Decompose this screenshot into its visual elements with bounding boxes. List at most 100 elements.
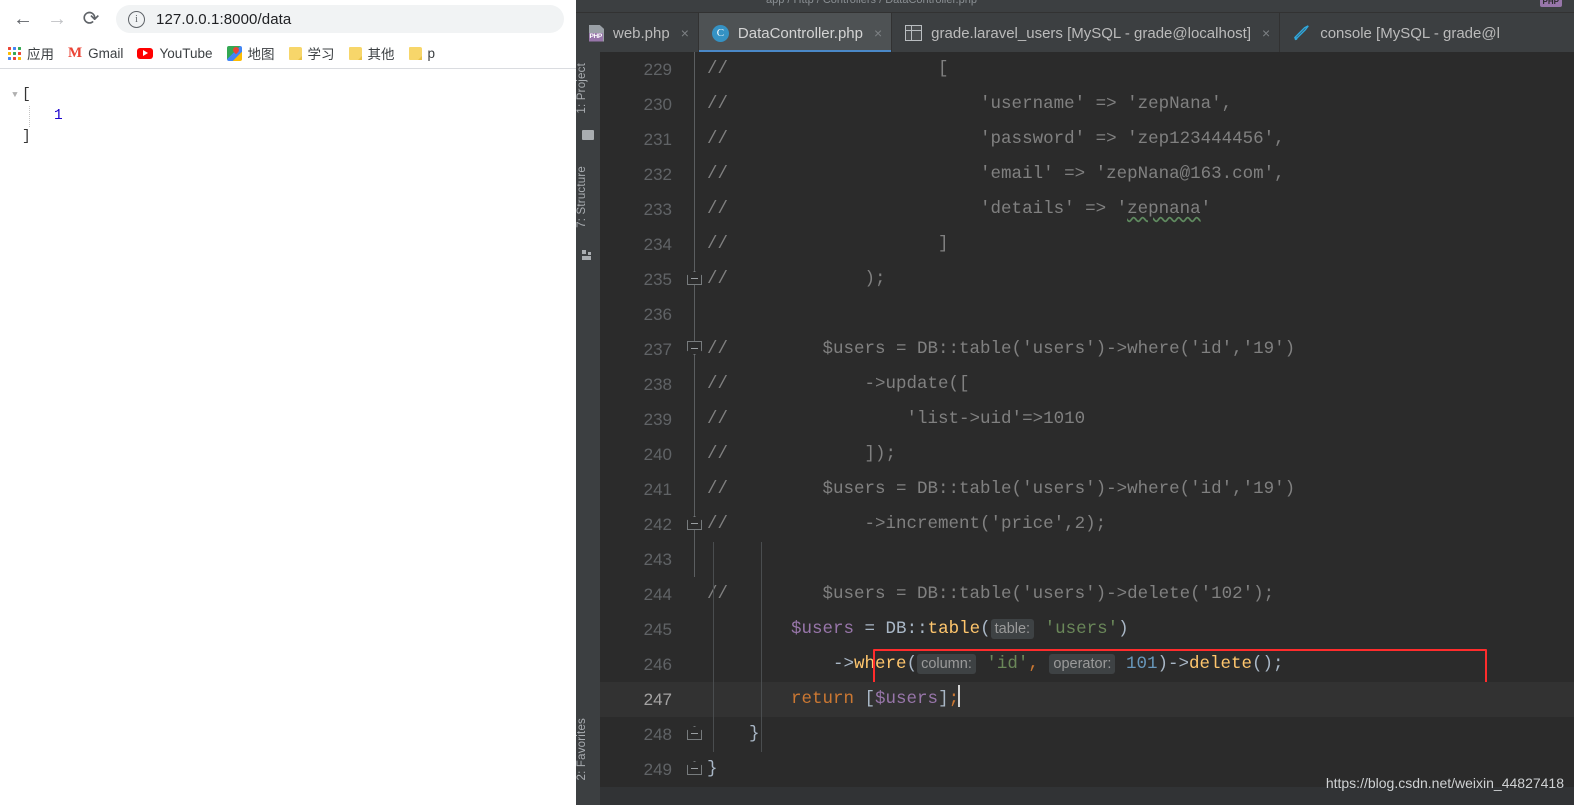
fold-gutter[interactable]: [683, 472, 707, 507]
fold-gutter[interactable]: [683, 367, 707, 402]
code-line[interactable]: 234 // ]: [600, 227, 1574, 262]
code-token: delete: [1189, 654, 1253, 674]
fold-gutter[interactable]: [683, 332, 707, 367]
fold-gutter[interactable]: [683, 87, 707, 122]
folder-icon: [408, 46, 422, 60]
code-line[interactable]: 242 // ->increment('price',2);: [600, 507, 1574, 542]
code-token: ->increment('price',2);: [728, 514, 1107, 534]
code-line[interactable]: 243: [600, 542, 1574, 577]
php-badge: PHP: [1539, 0, 1562, 7]
back-icon[interactable]: ←: [6, 2, 40, 36]
bookmark-youtube[interactable]: YouTube: [137, 46, 213, 61]
code-line[interactable]: 231 // 'password' => 'zep123444456',: [600, 122, 1574, 157]
bookmark-apps[interactable]: 应用: [8, 43, 54, 63]
fold-gutter[interactable]: [683, 227, 707, 262]
code-text: // ->increment('price',2);: [707, 507, 1574, 542]
fold-gutter[interactable]: [683, 192, 707, 227]
code-line[interactable]: 235 // );: [600, 262, 1574, 297]
fold-gutter[interactable]: [683, 437, 707, 472]
code-token: zepnana: [1127, 199, 1201, 219]
line-number: 241: [643, 479, 672, 499]
fold-marker-icon[interactable]: [687, 271, 702, 285]
close-icon[interactable]: ×: [681, 26, 689, 40]
fold-marker-icon[interactable]: [687, 341, 702, 355]
code-line[interactable]: 240 // ]);: [600, 437, 1574, 472]
fold-gutter[interactable]: [683, 682, 707, 717]
tab-mysql-console[interactable]: console [MySQL - grade@l: [1280, 13, 1509, 53]
address-bar-url: 127.0.0.1:8000/data: [156, 10, 292, 28]
code-text: // ->update([: [707, 367, 1574, 402]
code-token: //: [707, 164, 729, 184]
folder-icon: [348, 46, 362, 60]
sidebar-item-favorites[interactable]: 2: Favorites: [576, 699, 600, 799]
fold-gutter[interactable]: [683, 402, 707, 437]
json-indent-guide: 1: [29, 106, 576, 127]
code-line[interactable]: 230 // 'username' => 'zepNana',: [600, 87, 1574, 122]
bookmark-other[interactable]: 其他: [348, 43, 395, 63]
code-line[interactable]: 239 // 'list->uid'=>1010: [600, 402, 1574, 437]
code-editor[interactable]: 229// [230// 'username' => 'zepNana', 231…: [600, 52, 1574, 805]
fold-gutter[interactable]: [683, 262, 707, 297]
fold-gutter[interactable]: [683, 612, 707, 647]
bookmark-p[interactable]: p: [408, 46, 435, 61]
code-line[interactable]: 237 // $users = DB::table('users')->where…: [600, 332, 1574, 367]
fold-gutter[interactable]: [683, 647, 707, 682]
stripe-label: 7: Structure: [576, 166, 588, 228]
tab-web-php[interactable]: PHP web.php ×: [576, 13, 699, 53]
code-lines: 229// [230// 'username' => 'zepNana', 231…: [600, 52, 1574, 805]
bookmark-maps[interactable]: 地图: [226, 43, 275, 63]
fold-gutter[interactable]: [683, 577, 707, 612]
sidebar-item-structure[interactable]: 7: Structure: [576, 152, 600, 242]
code-token: (: [980, 619, 991, 639]
fold-gutter[interactable]: [683, 52, 707, 87]
tab-grade-laravel-users[interactable]: grade.laravel_users [MySQL - grade@local…: [892, 13, 1281, 53]
code-line[interactable]: 238 // ->update([: [600, 367, 1574, 402]
fold-marker-icon[interactable]: [687, 726, 702, 740]
code-token: return: [791, 689, 855, 709]
code-line[interactable]: 247 return [$users];: [600, 682, 1574, 717]
fold-marker-icon[interactable]: [687, 761, 702, 775]
close-icon[interactable]: ×: [1262, 26, 1270, 40]
fold-gutter[interactable]: [683, 157, 707, 192]
forward-icon[interactable]: →: [40, 2, 74, 36]
tab-label: console [MySQL - grade@l: [1320, 24, 1500, 42]
code-line[interactable]: 246 ->where(column: 'id', operator: 101)…: [600, 647, 1574, 682]
code-text: // 'username' => 'zepNana',: [707, 87, 1574, 122]
php-file-icon: PHP: [589, 24, 604, 42]
bookmark-study[interactable]: 学习: [288, 43, 335, 63]
code-line[interactable]: 233 // 'details' => 'zepnana': [600, 192, 1574, 227]
code-line[interactable]: 232 // 'email' => 'zepNana@163.com',: [600, 157, 1574, 192]
maps-icon: [226, 45, 242, 61]
address-bar[interactable]: i 127.0.0.1:8000/data: [116, 5, 564, 33]
json-close-bracket: ]: [22, 129, 31, 145]
code-line[interactable]: 248 }: [600, 717, 1574, 752]
fold-gutter[interactable]: [683, 717, 707, 752]
code-line[interactable]: 229 // [: [600, 52, 1574, 87]
code-token: //: [707, 94, 729, 114]
code-line[interactable]: 244 // $users = DB::table('users')->delet…: [600, 577, 1574, 612]
fold-marker-icon[interactable]: [687, 516, 702, 530]
close-icon[interactable]: ×: [874, 26, 882, 40]
code-token: ]: [728, 234, 949, 254]
fold-gutter[interactable]: [683, 297, 707, 332]
code-line[interactable]: 236: [600, 297, 1574, 332]
fold-gutter[interactable]: [683, 122, 707, 157]
site-info-icon[interactable]: i: [128, 10, 145, 28]
code-token: 'list->uid'=>1010: [728, 409, 1086, 429]
browser-toolbar: ← → ⟳ i 127.0.0.1:8000/data: [0, 0, 576, 38]
tab-datacontroller-php[interactable]: C DataController.php ×: [698, 13, 893, 53]
reload-icon[interactable]: ⟳: [74, 2, 108, 36]
fold-gutter[interactable]: [683, 542, 707, 577]
bookmark-gmail[interactable]: M Gmail: [68, 45, 123, 62]
code-token: (): [1252, 654, 1274, 674]
code-text: // ]);: [707, 437, 1574, 472]
code-line[interactable]: 241 // $users = DB::table('users')->where…: [600, 472, 1574, 507]
fold-gutter[interactable]: [683, 507, 707, 542]
code-token: 'id': [975, 654, 1029, 674]
sidebar-item-project[interactable]: 1: Project: [576, 52, 600, 124]
collapse-triangle-icon[interactable]: ▼: [8, 85, 22, 106]
fold-gutter[interactable]: [683, 752, 707, 787]
bookmarks-bar: 应用 M Gmail YouTube 地图 学习 其他 p: [0, 38, 576, 69]
code-line[interactable]: 245 $users = DB::table(table: 'users'): [600, 612, 1574, 647]
